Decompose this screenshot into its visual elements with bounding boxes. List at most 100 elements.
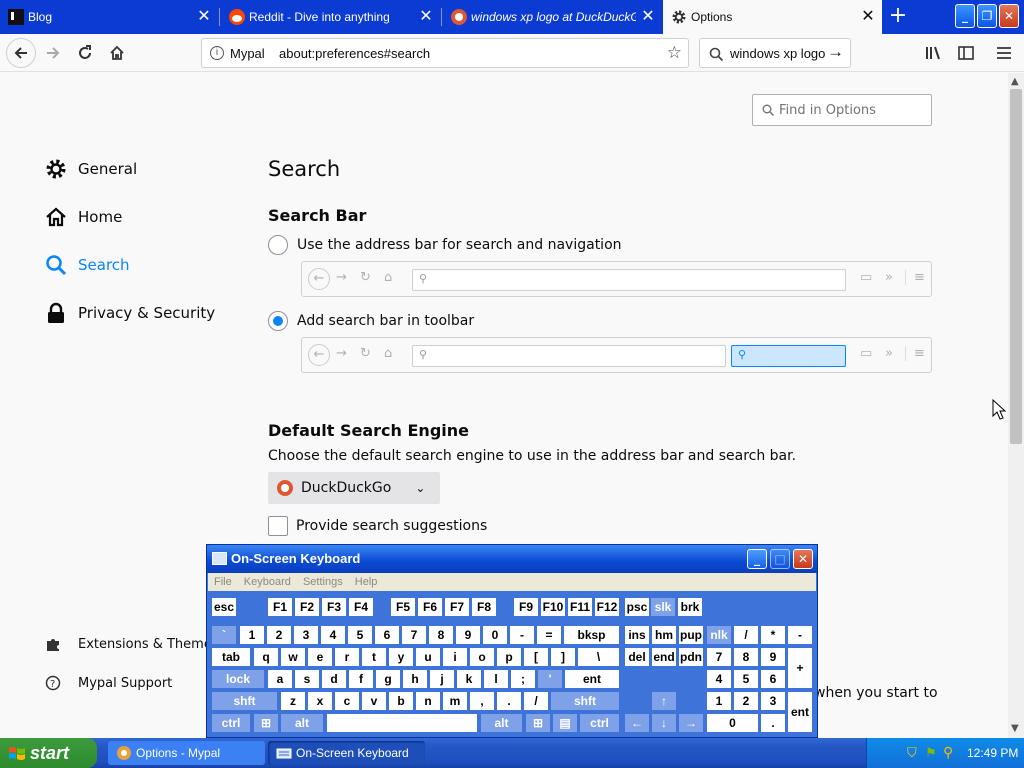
key-v[interactable]: v bbox=[362, 692, 386, 710]
key--[interactable]: - bbox=[510, 626, 534, 644]
key-,[interactable]: , bbox=[470, 692, 494, 710]
key-F2[interactable]: F2 bbox=[295, 598, 319, 616]
key-shft[interactable]: shft bbox=[212, 692, 277, 710]
security-shield-icon[interactable]: ⛉ bbox=[907, 745, 917, 761]
key-6[interactable]: 6 bbox=[761, 670, 785, 688]
key-5[interactable]: 5 bbox=[734, 670, 758, 688]
bookmark-star-icon[interactable]: ☆ bbox=[667, 43, 682, 63]
key-shft[interactable]: shft bbox=[551, 692, 619, 710]
key-F12[interactable]: F12 bbox=[595, 598, 619, 616]
key-2[interactable]: 2 bbox=[267, 626, 291, 644]
key-end[interactable]: end bbox=[652, 648, 676, 666]
key-ent[interactable]: ent bbox=[565, 670, 619, 688]
vertical-scrollbar[interactable]: ▲ ▼ bbox=[1008, 73, 1024, 738]
key-pdn[interactable]: pdn bbox=[679, 648, 703, 666]
key-=[interactable]: = bbox=[537, 626, 561, 644]
key-*[interactable]: * bbox=[761, 626, 785, 644]
back-button[interactable] bbox=[6, 38, 36, 68]
tab-blog[interactable]: Blog ✕ bbox=[0, 0, 218, 34]
taskbar-item-osk[interactable]: On-Screen Keyboard bbox=[268, 741, 425, 765]
osk-minimize-button[interactable]: _ bbox=[747, 549, 767, 569]
key-▤[interactable]: ▤ bbox=[553, 714, 577, 732]
support-link[interactable]: ? Mypal Support bbox=[44, 669, 172, 697]
key-F1[interactable]: F1 bbox=[268, 598, 292, 616]
key-2[interactable]: 2 bbox=[734, 692, 758, 710]
key-space[interactable] bbox=[327, 714, 477, 732]
key-`[interactable]: ` bbox=[212, 626, 236, 644]
key-ctrl[interactable]: ctrl bbox=[212, 714, 250, 732]
key-][interactable]: ] bbox=[551, 648, 575, 666]
key-g[interactable]: g bbox=[376, 670, 400, 688]
key-'[interactable]: ' bbox=[538, 670, 562, 688]
menu-button[interactable] bbox=[990, 39, 1018, 67]
key-F5[interactable]: F5 bbox=[391, 598, 415, 616]
key-4[interactable]: 4 bbox=[707, 670, 731, 688]
key-9[interactable]: 9 bbox=[456, 626, 480, 644]
sidebar-button[interactable] bbox=[952, 39, 980, 67]
key-nlk[interactable]: nlk bbox=[707, 626, 731, 644]
key-alt[interactable]: alt bbox=[481, 714, 522, 732]
reload-button[interactable] bbox=[71, 39, 99, 67]
scroll-down-icon[interactable]: ▼ bbox=[1011, 723, 1019, 734]
tab-options[interactable]: Options ✕ bbox=[663, 0, 882, 34]
find-in-options-input[interactable]: Find in Options bbox=[752, 94, 932, 126]
key-F8[interactable]: F8 bbox=[472, 598, 496, 616]
key-⊞[interactable]: ⊞ bbox=[526, 714, 550, 732]
key--[interactable]: - bbox=[788, 626, 812, 644]
key-6[interactable]: 6 bbox=[375, 626, 399, 644]
key-u[interactable]: u bbox=[416, 648, 440, 666]
key-l[interactable]: l bbox=[484, 670, 508, 688]
key-F11[interactable]: F11 bbox=[568, 598, 592, 616]
close-tab-icon[interactable]: ✕ bbox=[196, 9, 212, 25]
scrollbar-thumb[interactable] bbox=[1010, 89, 1022, 444]
key-;[interactable]: ; bbox=[511, 670, 535, 688]
key-F9[interactable]: F9 bbox=[514, 598, 538, 616]
extensions-themes-link[interactable]: Extensions & Themes bbox=[44, 630, 219, 658]
search-tray-icon[interactable]: ⚲ bbox=[943, 744, 953, 761]
key-F7[interactable]: F7 bbox=[445, 598, 469, 616]
tab-reddit[interactable]: Reddit - Dive into anything ✕ bbox=[221, 0, 440, 34]
key-5[interactable]: 5 bbox=[348, 626, 372, 644]
menu-settings[interactable]: Settings bbox=[303, 576, 343, 588]
search-engine-dropdown[interactable]: DuckDuckGo ⌄ bbox=[268, 472, 440, 504]
key-q[interactable]: q bbox=[254, 648, 278, 666]
key-7[interactable]: 7 bbox=[707, 648, 731, 666]
osk-close-button[interactable]: ✕ bbox=[793, 549, 813, 569]
key-s[interactable]: s bbox=[295, 670, 319, 688]
network-icon[interactable]: ⚑ bbox=[925, 745, 937, 761]
address-bar[interactable]: i Mypal about:preferences#search ☆ bbox=[201, 38, 689, 68]
key-8[interactable]: 8 bbox=[429, 626, 453, 644]
key-e[interactable]: e bbox=[308, 648, 332, 666]
start-button[interactable]: start bbox=[0, 738, 97, 768]
key-ins[interactable]: ins bbox=[625, 626, 649, 644]
taskbar-item-mypal[interactable]: Options - Mypal bbox=[108, 741, 265, 765]
key-.[interactable]: . bbox=[761, 714, 785, 732]
key-m[interactable]: m bbox=[443, 692, 467, 710]
key-⊞[interactable]: ⊞ bbox=[254, 714, 278, 732]
key-4[interactable]: 4 bbox=[321, 626, 345, 644]
osk-titlebar[interactable]: On-Screen Keyboard _ □ ✕ bbox=[207, 545, 817, 573]
key-[[interactable]: [ bbox=[524, 648, 548, 666]
key-k[interactable]: k bbox=[457, 670, 481, 688]
key-8[interactable]: 8 bbox=[734, 648, 758, 666]
key-del[interactable]: del bbox=[625, 648, 649, 666]
key-j[interactable]: j bbox=[430, 670, 454, 688]
search-input[interactable]: windows xp logo → bbox=[699, 38, 851, 68]
key-3[interactable]: 3 bbox=[761, 692, 785, 710]
key-/[interactable]: / bbox=[524, 692, 548, 710]
key-1[interactable]: 1 bbox=[707, 692, 731, 710]
key-→[interactable]: → bbox=[679, 714, 703, 732]
minimize-button[interactable]: _ bbox=[955, 4, 975, 28]
key-f[interactable]: f bbox=[349, 670, 373, 688]
key-brk[interactable]: brk bbox=[678, 598, 702, 616]
home-button[interactable] bbox=[103, 39, 131, 67]
key-y[interactable]: y bbox=[389, 648, 413, 666]
key-esc[interactable]: esc bbox=[212, 598, 236, 616]
key-psc[interactable]: psc bbox=[625, 598, 649, 616]
key-alt[interactable]: alt bbox=[281, 714, 323, 732]
close-tab-icon[interactable]: ✕ bbox=[860, 9, 876, 25]
menu-help[interactable]: Help bbox=[355, 576, 378, 588]
key-\[interactable]: \ bbox=[578, 648, 619, 666]
key-0[interactable]: 0 bbox=[707, 714, 758, 732]
key-b[interactable]: b bbox=[389, 692, 413, 710]
